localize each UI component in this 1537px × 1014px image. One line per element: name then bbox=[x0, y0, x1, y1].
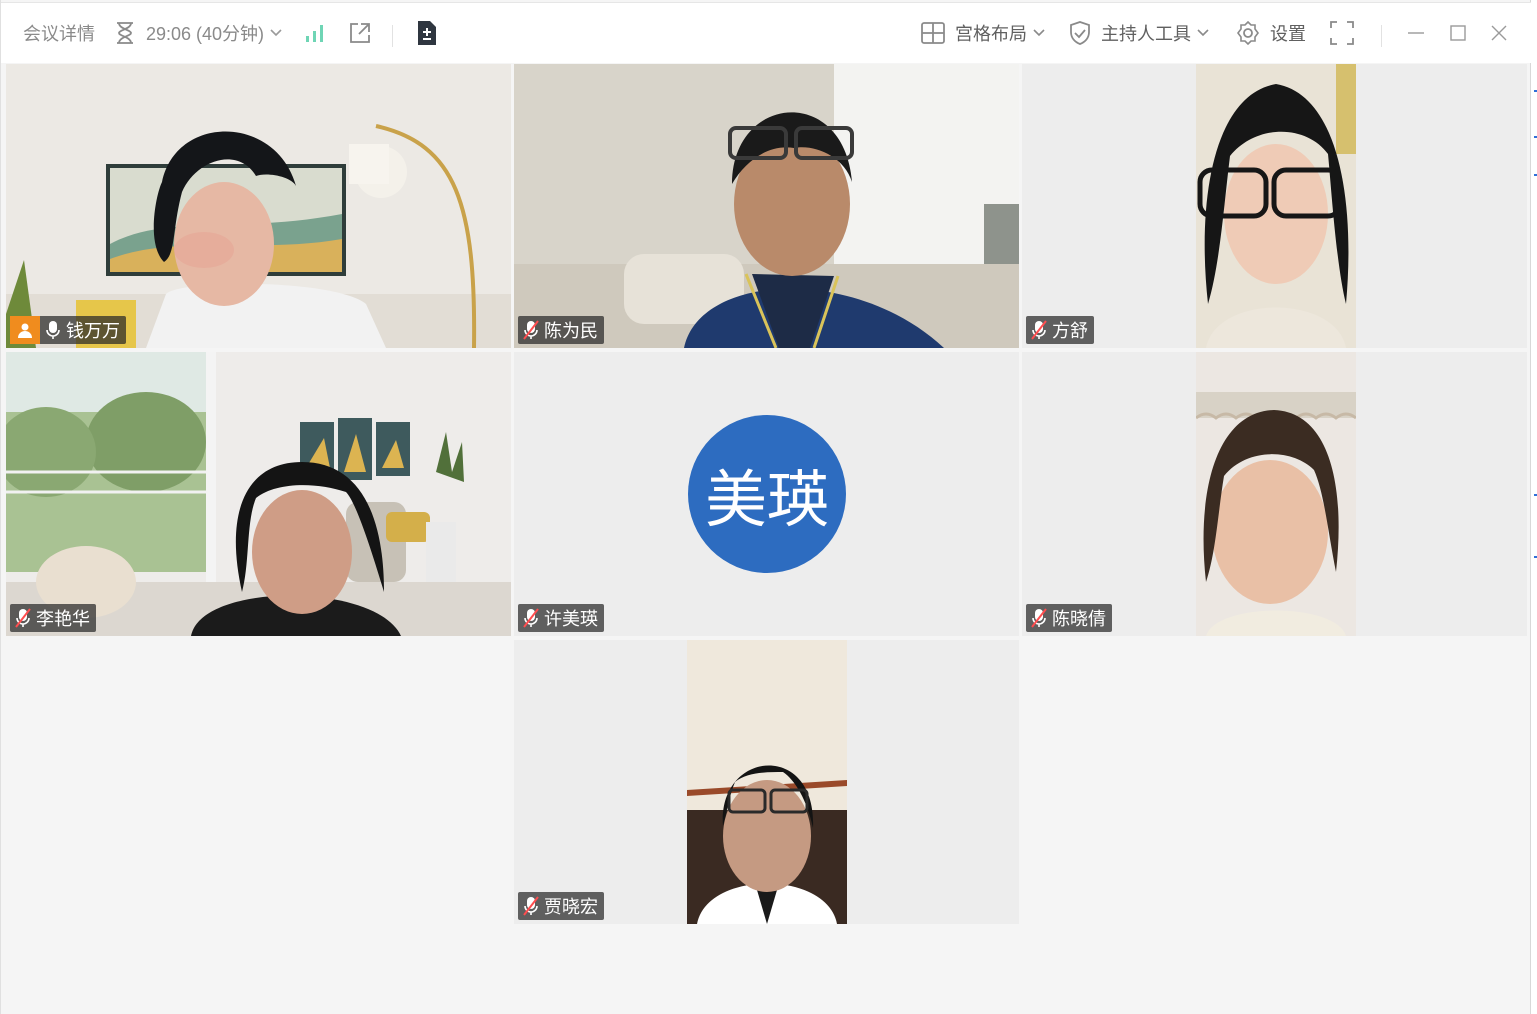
host-icon bbox=[10, 316, 40, 344]
participant-video bbox=[1196, 64, 1356, 348]
participant-name-tag: 陈为民 bbox=[518, 316, 604, 344]
microphone-muted-icon bbox=[518, 892, 544, 920]
participant-name-tag: 李艳华 bbox=[10, 604, 96, 632]
document-icon[interactable] bbox=[416, 3, 438, 63]
close-icon[interactable] bbox=[1491, 3, 1507, 63]
microphone-muted-icon bbox=[1026, 316, 1052, 344]
chevron-down-icon bbox=[1033, 29, 1045, 37]
grid-layout-icon bbox=[921, 22, 945, 44]
grid-layout-label: 宫格布局 bbox=[955, 24, 1027, 44]
participant-tile[interactable]: 贾晓宏 bbox=[514, 640, 1019, 924]
settings-button[interactable]: 设置 bbox=[1236, 3, 1306, 63]
signal-icon[interactable] bbox=[305, 3, 327, 63]
gear-icon bbox=[1236, 21, 1260, 45]
chevron-down-icon bbox=[270, 29, 282, 37]
chevron-down-icon bbox=[1197, 29, 1209, 37]
participant-tile[interactable]: 方舒 bbox=[1022, 64, 1527, 348]
participant-tile[interactable]: 陈为民 bbox=[514, 64, 1019, 348]
participant-name-tag: 陈晓倩 bbox=[1026, 604, 1112, 632]
participant-video bbox=[687, 640, 847, 924]
share-out-icon[interactable] bbox=[348, 3, 372, 63]
fullscreen-icon[interactable] bbox=[1330, 3, 1354, 63]
participant-name: 方舒 bbox=[1052, 321, 1088, 341]
maximize-icon[interactable] bbox=[1450, 3, 1466, 63]
shield-check-icon bbox=[1069, 21, 1091, 45]
avatar: 美瑛 bbox=[688, 415, 846, 573]
meeting-timer[interactable]: 29:06 (40分钟) bbox=[114, 3, 282, 63]
participant-tile[interactable]: 钱万万 bbox=[6, 64, 511, 348]
participant-name-tag: 许美瑛 bbox=[518, 604, 604, 632]
participant-video bbox=[514, 64, 1019, 348]
participant-name: 贾晓宏 bbox=[544, 897, 598, 917]
participant-video bbox=[6, 64, 511, 348]
participant-name-tag: 方舒 bbox=[1026, 316, 1094, 344]
microphone-muted-icon bbox=[518, 604, 544, 632]
participant-tile[interactable]: 美瑛 许美瑛 bbox=[514, 352, 1019, 636]
hourglass-icon bbox=[114, 21, 136, 45]
timer-text: 29:06 (40分钟) bbox=[146, 24, 265, 44]
microphone-muted-icon bbox=[10, 604, 36, 632]
meeting-details-button[interactable]: 会议详情 bbox=[23, 3, 95, 63]
meeting-window: 会议详情 29:06 (40分钟) 宫格布局 主持人工具 设置 钱万万 陈为民 … bbox=[0, 0, 1531, 1014]
top-toolbar: 会议详情 29:06 (40分钟) 宫格布局 主持人工具 设置 bbox=[1, 2, 1531, 63]
participant-tile[interactable]: 李艳华 bbox=[6, 352, 511, 636]
participant-name: 陈晓倩 bbox=[1052, 609, 1106, 629]
host-tools-label: 主持人工具 bbox=[1101, 24, 1191, 44]
background-window-edge bbox=[1531, 0, 1537, 1014]
settings-label: 设置 bbox=[1270, 24, 1306, 44]
minimize-icon[interactable] bbox=[1407, 3, 1425, 63]
participant-video bbox=[1196, 352, 1356, 636]
participant-name-tag: 贾晓宏 bbox=[518, 892, 604, 920]
participant-tile[interactable]: 陈晓倩 bbox=[1022, 352, 1527, 636]
participant-name: 钱万万 bbox=[66, 321, 120, 341]
participant-name: 陈为民 bbox=[544, 321, 598, 341]
host-tools-button[interactable]: 主持人工具 bbox=[1069, 3, 1209, 63]
meeting-details-label: 会议详情 bbox=[23, 24, 95, 44]
grid-layout-button[interactable]: 宫格布局 bbox=[921, 3, 1045, 63]
participant-name: 许美瑛 bbox=[544, 609, 598, 629]
microphone-muted-icon bbox=[518, 316, 544, 344]
participant-name-tag: 钱万万 bbox=[10, 316, 126, 344]
participant-video bbox=[6, 352, 511, 636]
participant-name: 李艳华 bbox=[36, 609, 90, 629]
microphone-icon bbox=[40, 316, 66, 344]
microphone-muted-icon bbox=[1026, 604, 1052, 632]
